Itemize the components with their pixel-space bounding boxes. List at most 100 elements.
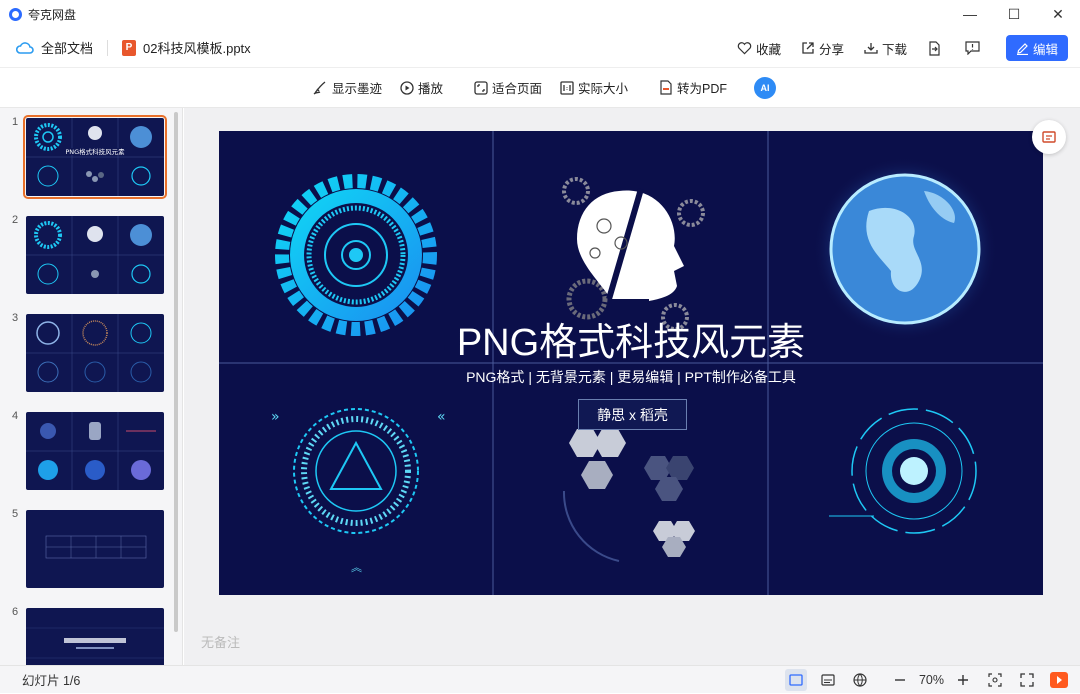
share-button[interactable]: 分享 [801,39,844,58]
all-docs-link[interactable]: 全部文档 [41,38,93,57]
slideshow-button[interactable] [1048,669,1070,691]
app-title: 夸克网盘 [28,7,77,22]
actual-size-label: 实际大小 [578,82,629,96]
zoom-out-button[interactable] [889,669,911,691]
heart-icon [737,42,752,55]
share-icon [802,42,814,54]
feedback-icon [965,41,980,55]
notes-placeholder[interactable]: 无备注 [201,632,240,651]
fit-page-button[interactable]: 适合页面 [474,78,542,97]
fit-page-icon [474,80,488,95]
svg-text:«: « [437,409,446,425]
svg-text:»: » [271,409,280,425]
download-button[interactable]: 下载 [864,39,907,58]
download-label: 下载 [881,42,907,57]
slide-subtitle: PNG格式 | 无背景元素 | 更易编辑 | PPT制作必备工具 [466,369,796,385]
document-export-icon [929,40,940,56]
divider [107,39,109,56]
presentation-icon [1042,131,1056,143]
slide-floating-button[interactable] [1032,120,1066,154]
minimize-button[interactable]: — [948,0,992,28]
hud-circle-graphic [829,408,977,534]
open-external-button[interactable] [927,40,945,56]
thumbnail-slide-2[interactable] [26,216,164,294]
download-icon [864,43,878,54]
close-button[interactable]: ✕ [1036,0,1080,28]
svg-text:PNG格式科技风元素: PNG格式科技风元素 [65,147,125,156]
show-ink-label: 显示墨迹 [331,82,382,96]
head-gears-graphic [562,177,705,331]
file-name: 02科技风模板.pptx [143,41,251,56]
thumbnail-number: 1 [12,116,19,128]
app-logo-icon [9,7,22,21]
thumbnail-slide-5[interactable] [26,510,164,588]
fullscreen-icon [1020,673,1034,687]
file-header: 全部文档 P 02科技风模板.pptx 收藏 分享 下载 编辑 [0,28,1080,68]
thumbnail-number: 2 [12,214,19,226]
favorite-label: 收藏 [755,42,781,57]
thumbnail-preview [26,314,164,392]
actual-size-icon [560,80,574,95]
thumbnail-preview: PNG格式科技风元素 [26,118,164,196]
thumbnail-slide-3[interactable] [26,314,164,392]
current-slide: » « ︽ PNG格式科技风元素 PNG格式 | 无背景元素 | 更易编辑 | … [219,131,1043,595]
slide-title: PNG格式科技风元素 [456,322,806,364]
minus-icon [894,679,905,681]
slide-viewer: » « ︽ PNG格式科技风元素 PNG格式 | 无背景元素 | 更易编辑 | … [184,108,1080,665]
slide-author-badge: 静思 x 稻壳 [578,399,687,430]
thumbnail-number: 4 [12,410,19,422]
fit-window-icon [988,673,1002,687]
thumbnail-slide-4[interactable] [26,412,164,490]
feedback-button[interactable] [965,41,984,55]
slideshow-play-icon [1050,672,1068,688]
thumbnail-preview [26,412,164,490]
maximize-button[interactable]: ☐ [992,0,1036,28]
notes-view-icon [821,674,835,686]
thumbnail-slide-6[interactable] [26,608,164,665]
share-label: 分享 [818,42,844,57]
plus-icon [958,675,968,685]
show-ink-button[interactable]: 显示墨迹 [313,78,382,97]
convert-pdf-label: 转为PDF [677,82,728,96]
globe-icon [853,673,867,687]
thumbnail-number: 3 [12,312,19,324]
fit-window-button[interactable] [984,669,1006,691]
play-label: 播放 [417,82,443,96]
thumbnail-number: 6 [12,606,19,618]
ai-assistant-button[interactable]: AI [754,76,777,99]
fullscreen-button[interactable] [1016,669,1038,691]
thumbnail-scrollbar[interactable] [174,112,178,632]
slide-counter: 幻灯片 1/6 [22,674,81,688]
actual-size-button[interactable]: 实际大小 [560,78,628,97]
web-view-button[interactable] [849,669,871,691]
cloud-icon [16,41,34,54]
convert-pdf-button[interactable]: 转为PDF [659,78,727,97]
slide-thumbnail-panel: 1 PNG格式科技风元素 2 3 4 5 6 [0,108,183,665]
play-button[interactable]: 播放 [400,78,443,97]
gear-graphic [275,174,437,336]
ink-pen-icon [313,81,326,95]
favorite-button[interactable]: 收藏 [737,39,781,58]
normal-view-button[interactable] [784,669,807,691]
thumbnail-preview [26,216,164,294]
pdf-icon [660,80,672,95]
tech-circle-graphic: » « ︽ [271,408,446,574]
status-bar: 幻灯片 1/6 70% [0,665,1080,693]
play-icon [400,80,414,95]
normal-view-icon [789,674,803,686]
notes-view-button[interactable] [817,669,839,691]
fit-page-label: 适合页面 [491,82,542,96]
zoom-level[interactable]: 70% [919,673,944,687]
edit-button[interactable]: 编辑 [1006,35,1068,61]
hexagon-graphic [562,429,695,562]
title-bar: 夸克网盘 — ☐ ✕ [0,0,1080,28]
edit-label: 编辑 [1032,42,1058,57]
pencil-icon [1016,42,1028,55]
viewer-toolbar: 显示墨迹 播放 适合页面 实际大小 转为PDF AI [0,68,1080,108]
zoom-in-button[interactable] [952,669,974,691]
thumbnail-preview [45,535,147,559]
pptx-file-icon: P [122,39,137,56]
thumbnail-number: 5 [12,508,19,520]
thumbnail-slide-1[interactable]: PNG格式科技风元素 [23,115,167,199]
svg-text:︽: ︽ [351,561,362,574]
